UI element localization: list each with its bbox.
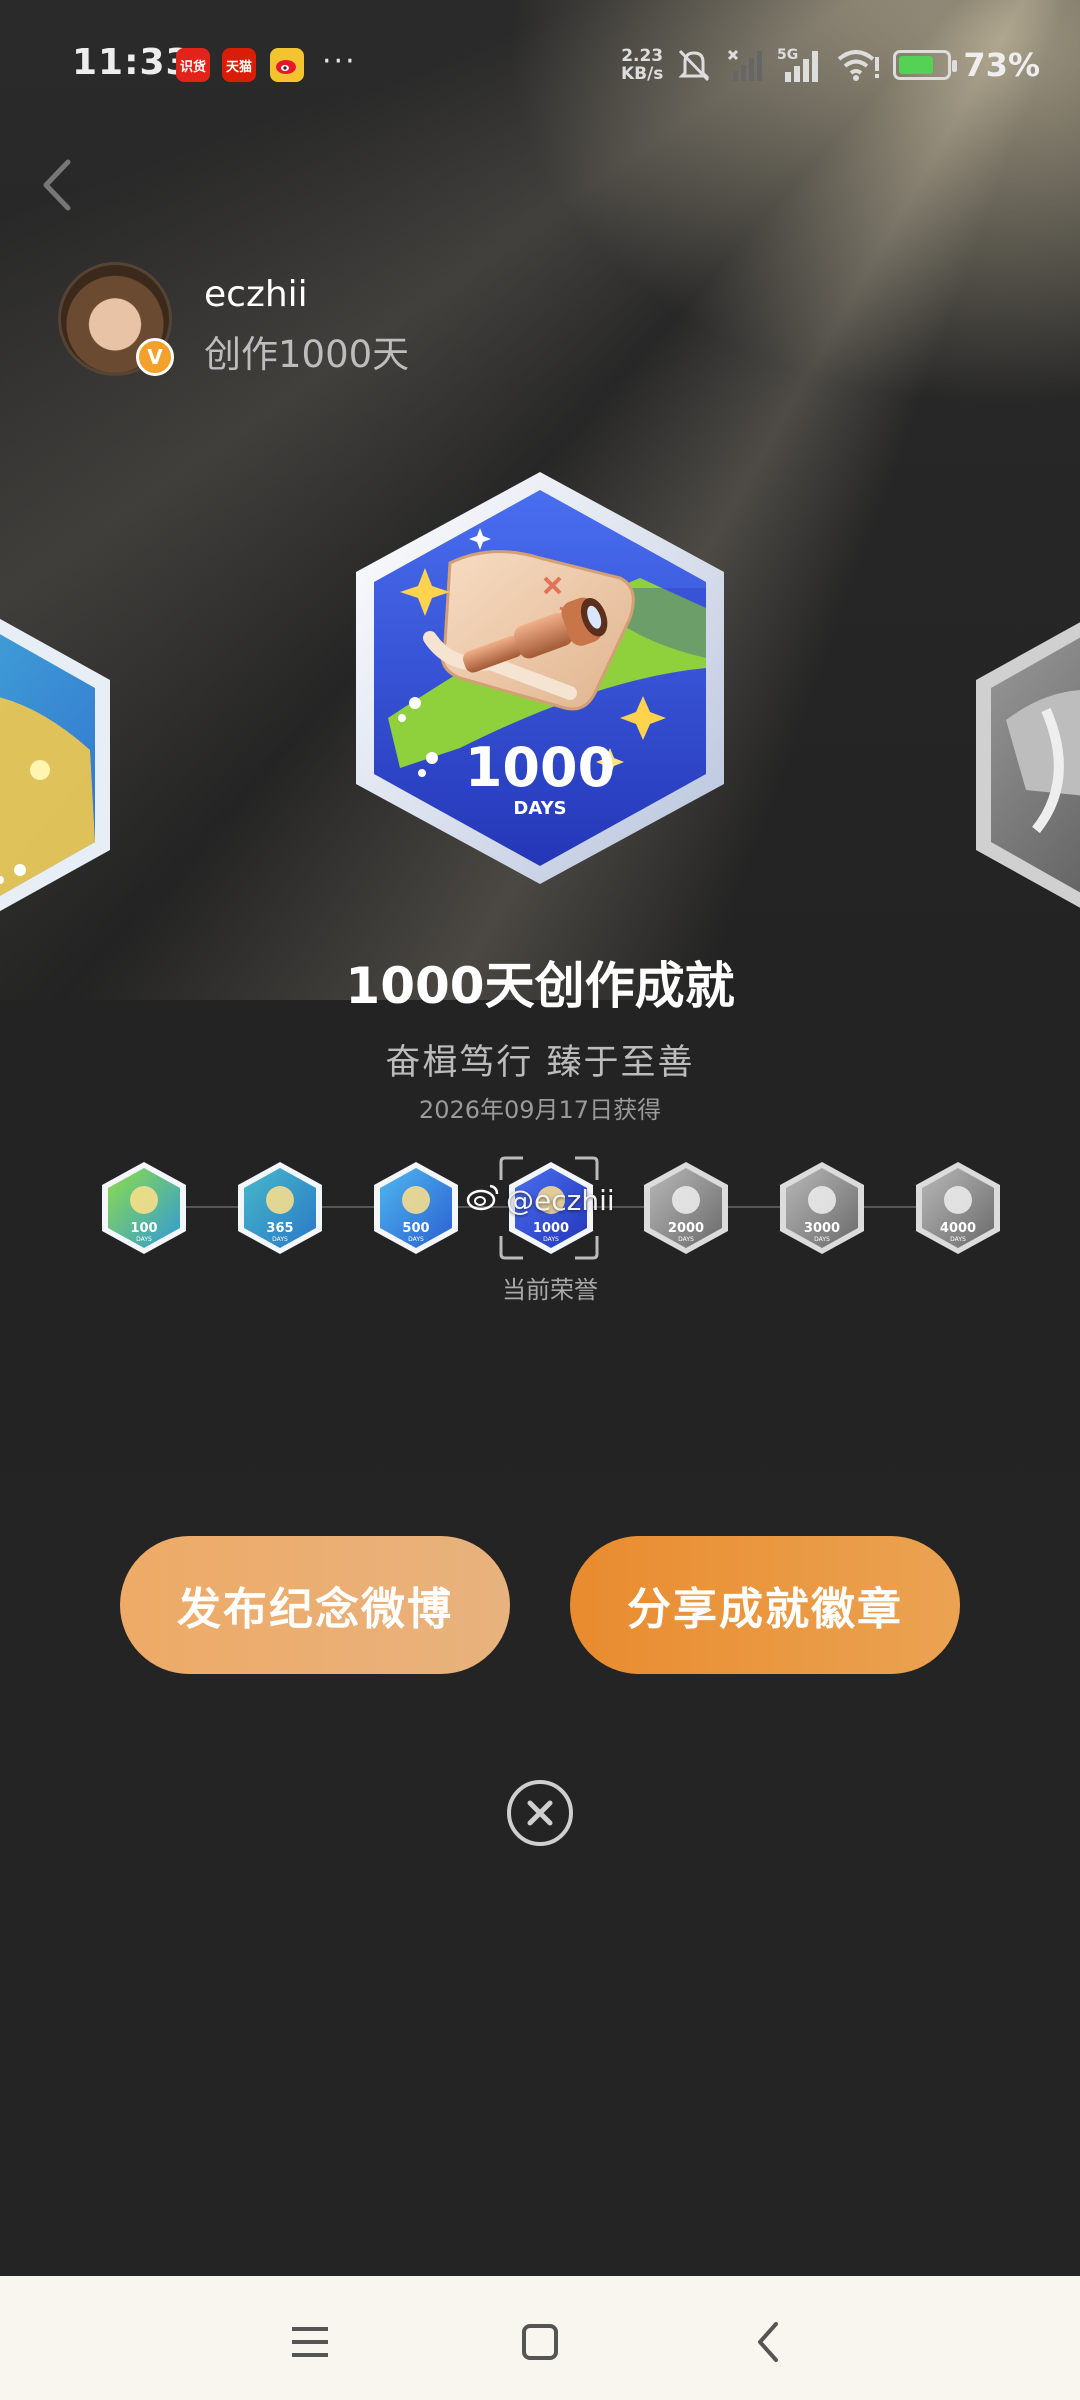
signal-5g-icon: 5G — [777, 47, 819, 82]
system-nav-bar — [0, 2276, 1080, 2400]
milestone-badge-3000[interactable]: 3000DAYS — [776, 1160, 868, 1256]
milestone-badge-500[interactable]: 500DAYS — [370, 1160, 462, 1256]
more-notifications-icon: ··· — [322, 44, 357, 79]
share-badge-button[interactable]: 分享成就徽章 — [570, 1536, 960, 1674]
back-nav-icon[interactable] — [740, 2312, 800, 2372]
milestone-badge-2000[interactable]: 2000DAYS — [640, 1160, 732, 1256]
home-icon[interactable] — [510, 2312, 570, 2372]
battery-percent: 73% — [963, 46, 1040, 84]
net-speed-unit: KB/s — [620, 64, 664, 84]
previous-badge[interactable] — [0, 600, 120, 930]
status-bar: 11:33 识货 天猫 ··· 2.23 KB/s 5G 73% — [0, 0, 1080, 130]
milestone-badge-100[interactable]: 100DAYS — [98, 1160, 190, 1256]
milestone-unit-label: DAYS — [814, 1236, 830, 1243]
mute-bell-icon — [678, 49, 711, 82]
profile-subtitle: 创作1000天 — [204, 333, 410, 376]
current-honor-label: 当前荣誉 — [502, 1276, 598, 1304]
milestone-days-label: 500 — [402, 1221, 429, 1236]
wifi-icon — [838, 50, 880, 81]
milestone-unit-label: DAYS — [136, 1236, 152, 1243]
watermark-text: @eczhii — [506, 1184, 615, 1217]
badge-days-number: 1000 — [465, 736, 615, 799]
shihuo-app-icon: 识货 — [176, 48, 210, 82]
verified-v-icon: V — [136, 338, 174, 376]
milestone-days-label: 2000 — [668, 1221, 704, 1236]
battery-fill — [899, 56, 934, 74]
milestone-days-label: 3000 — [804, 1221, 840, 1236]
close-icon[interactable] — [505, 1778, 575, 1848]
milestone-days-label: 4000 — [940, 1221, 976, 1236]
milestone-unit-label: DAYS — [272, 1236, 288, 1243]
tmall-app-icon: 天猫 — [222, 48, 256, 82]
weibo-watermark-icon — [466, 1184, 499, 1211]
battery-icon — [893, 50, 958, 80]
username: eczhii — [204, 274, 308, 315]
next-badge-locked[interactable] — [966, 600, 1080, 930]
achievement-badge-1000: 1000 DAYS — [356, 472, 724, 884]
net-speed: 2.23 KB/s — [621, 47, 663, 83]
milestone-badge-365[interactable]: 365DAYS — [234, 1160, 326, 1256]
milestone-unit-label: DAYS — [950, 1236, 966, 1243]
achievement-slogan: 奋楫笃行 臻于至善 — [385, 1043, 695, 1083]
milestone-badge-4000[interactable]: 4000DAYS — [912, 1160, 1004, 1256]
post-commemorative-weibo-button[interactable]: 发布纪念微博 — [120, 1536, 510, 1674]
milestone-timeline: 100 DAYS 365 DAYS 500 DAYS 1000 DAYS 2000 DAYS 300… — [0, 1150, 1080, 1304]
menu-icon[interactable] — [280, 2312, 340, 2372]
achievement-date: 2026年09月17日获得 — [418, 1096, 662, 1124]
achievement-title: 1000天创作成就 — [345, 957, 735, 1015]
weibo-app-icon — [270, 48, 304, 82]
achievement-screen: 11:33 识货 天猫 ··· 2.23 KB/s 5G 73% V eczhi… — [0, 0, 1080, 2400]
status-right-group: 2.23 KB/s 5G 73% — [621, 40, 1040, 90]
status-time: 11:33 — [72, 42, 192, 83]
badge-days-unit: DAYS — [513, 798, 566, 819]
milestone-days-label: 365 — [266, 1221, 293, 1236]
network-type-label: 5G — [777, 47, 798, 63]
milestone-unit-label: DAYS — [678, 1236, 694, 1243]
back-button[interactable] — [32, 150, 82, 220]
milestone-unit-label: DAYS — [408, 1236, 424, 1243]
signal-nosim-icon — [728, 49, 763, 81]
milestone-days-label: 100 — [130, 1221, 157, 1236]
net-speed-value: 2.23 — [621, 46, 664, 66]
